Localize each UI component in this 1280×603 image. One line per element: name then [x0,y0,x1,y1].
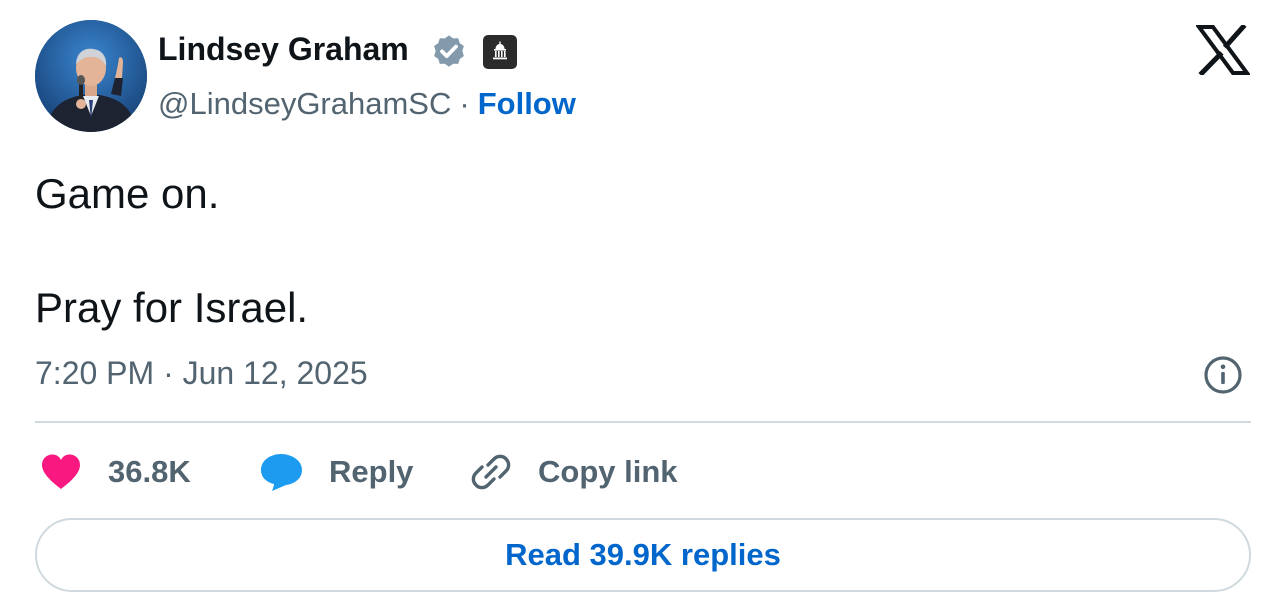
verified-badge-icon [434,35,464,67]
link-icon [471,454,511,490]
divider [35,421,1251,423]
copy-link-label: Copy link [538,454,678,489]
author-display-name[interactable]: Lindsey Graham [158,31,409,68]
read-replies-button[interactable]: Read 39.9K replies [35,518,1251,592]
follow-button[interactable]: Follow [478,86,576,121]
author-avatar[interactable] [35,20,147,132]
separator-dot: · [459,86,470,121]
tweet-line: Pray for Israel. [35,284,309,331]
reply-label: Reply [329,454,414,489]
reply-button[interactable]: Reply [260,446,413,498]
info-icon[interactable] [1202,354,1244,396]
tweet-line: Game on. [35,170,220,217]
author-handle[interactable]: @LindseyGrahamSC [158,86,451,121]
like-count: 36.8K [108,454,191,489]
like-button[interactable]: 36.8K [40,446,191,498]
copy-link-button[interactable]: Copy link [470,446,678,498]
x-logo-icon[interactable] [1196,25,1250,75]
tweet-timestamp[interactable]: 7:20 PM · Jun 12, 2025 [35,355,368,392]
speech-bubble-icon [261,454,302,491]
author-handle-row: @LindseyGrahamSC · Follow [158,86,576,122]
embedded-tweet-card: Lindsey Graham @LindseyGrahamSC · Follow G… [0,0,1280,603]
tweet-text: Game on. Pray for Israel. [35,168,308,331]
heart-icon [42,454,80,489]
government-building-icon [483,35,517,69]
